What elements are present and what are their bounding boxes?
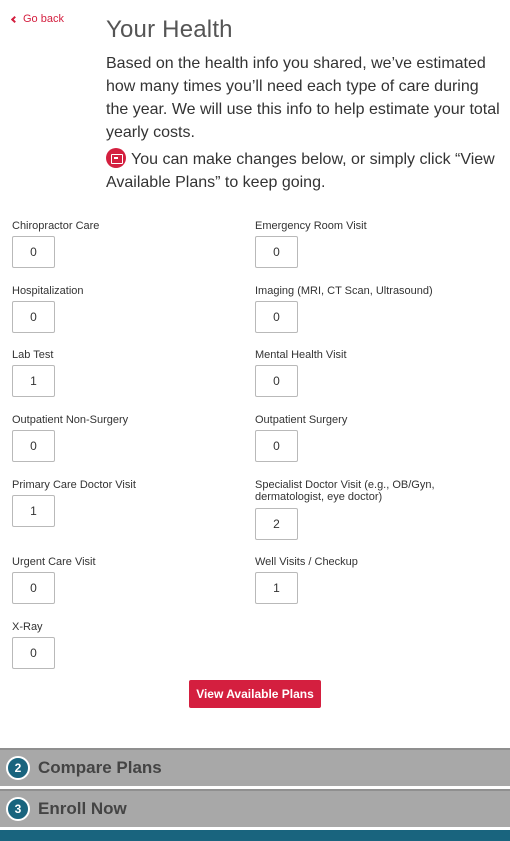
field-label: Mental Health Visit xyxy=(255,349,347,361)
field-well-visits-checkup: Well Visits / Checkup xyxy=(255,556,500,604)
field-label: Well Visits / Checkup xyxy=(255,556,358,568)
view-available-plans-button[interactable]: View Available Plans xyxy=(189,680,321,708)
note-label: You can make changes below, or simply cl… xyxy=(106,151,495,191)
field-label: Specialist Doctor Visit (e.g., OB/Gyn, d… xyxy=(255,479,435,503)
field-label: Imaging (MRI, CT Scan, Ultrasound) xyxy=(255,285,433,297)
field-label: X-Ray xyxy=(12,621,43,633)
step-compare-plans[interactable]: 2 Compare Plans xyxy=(0,748,510,786)
primary-care-doctor-visit-input[interactable] xyxy=(12,495,55,527)
outpatient-surgery-input[interactable] xyxy=(255,430,298,462)
field-specialist-doctor-visit: Specialist Doctor Visit (e.g., OB/Gyn, d… xyxy=(255,479,455,540)
field-label: Outpatient Surgery xyxy=(255,414,348,426)
field-label: Primary Care Doctor Visit xyxy=(12,479,136,491)
field-label: Lab Test xyxy=(12,349,54,361)
field-imaging: Imaging (MRI, CT Scan, Ultrasound) xyxy=(255,285,500,333)
field-label: Hospitalization xyxy=(12,285,84,297)
page-title: Your Health xyxy=(106,16,233,43)
outpatient-non-surgery-input[interactable] xyxy=(12,430,55,462)
field-chiropractor-care: Chiropractor Care xyxy=(12,220,232,268)
imaging-input[interactable] xyxy=(255,301,298,333)
field-mental-health-visit: Mental Health Visit xyxy=(255,349,500,397)
intro-text: Based on the health info you shared, we’… xyxy=(106,55,500,141)
emergency-room-visit-input[interactable] xyxy=(255,236,298,268)
go-back-label: Go back xyxy=(23,13,64,25)
note-text: You can make changes below, or simply cl… xyxy=(106,148,501,194)
field-primary-care-doctor-visit: Primary Care Doctor Visit xyxy=(12,479,232,527)
step-number-badge: 2 xyxy=(6,756,30,780)
step-enroll-now[interactable]: 3 Enroll Now xyxy=(0,789,510,827)
field-urgent-care-visit: Urgent Care Visit xyxy=(12,556,232,604)
hospitalization-input[interactable] xyxy=(12,301,55,333)
field-x-ray: X-Ray xyxy=(12,621,232,669)
field-lab-test: Lab Test xyxy=(12,349,232,397)
x-ray-input[interactable] xyxy=(12,637,55,669)
specialist-doctor-visit-input[interactable] xyxy=(255,508,298,540)
field-label: Outpatient Non-Surgery xyxy=(12,414,129,426)
chiropractor-care-input[interactable] xyxy=(12,236,55,268)
lab-test-input[interactable] xyxy=(12,365,55,397)
step-label: Compare Plans xyxy=(38,758,162,777)
step-number-badge: 3 xyxy=(6,797,30,821)
well-visits-checkup-input[interactable] xyxy=(255,572,298,604)
chevron-left-icon xyxy=(10,15,19,24)
field-label: Urgent Care Visit xyxy=(12,556,96,568)
field-emergency-room-visit: Emergency Room Visit xyxy=(255,220,500,268)
mental-health-visit-input[interactable] xyxy=(255,365,298,397)
footer-bar xyxy=(0,830,510,841)
calendar-icon xyxy=(106,148,126,168)
field-label: Chiropractor Care xyxy=(12,220,100,232)
field-label: Emergency Room Visit xyxy=(255,220,367,232)
field-hospitalization: Hospitalization xyxy=(12,285,232,333)
field-outpatient-surgery: Outpatient Surgery xyxy=(255,414,500,462)
urgent-care-visit-input[interactable] xyxy=(12,572,55,604)
go-back-link[interactable]: Go back xyxy=(10,13,64,25)
step-label: Enroll Now xyxy=(38,799,127,818)
field-outpatient-non-surgery: Outpatient Non-Surgery xyxy=(12,414,232,462)
